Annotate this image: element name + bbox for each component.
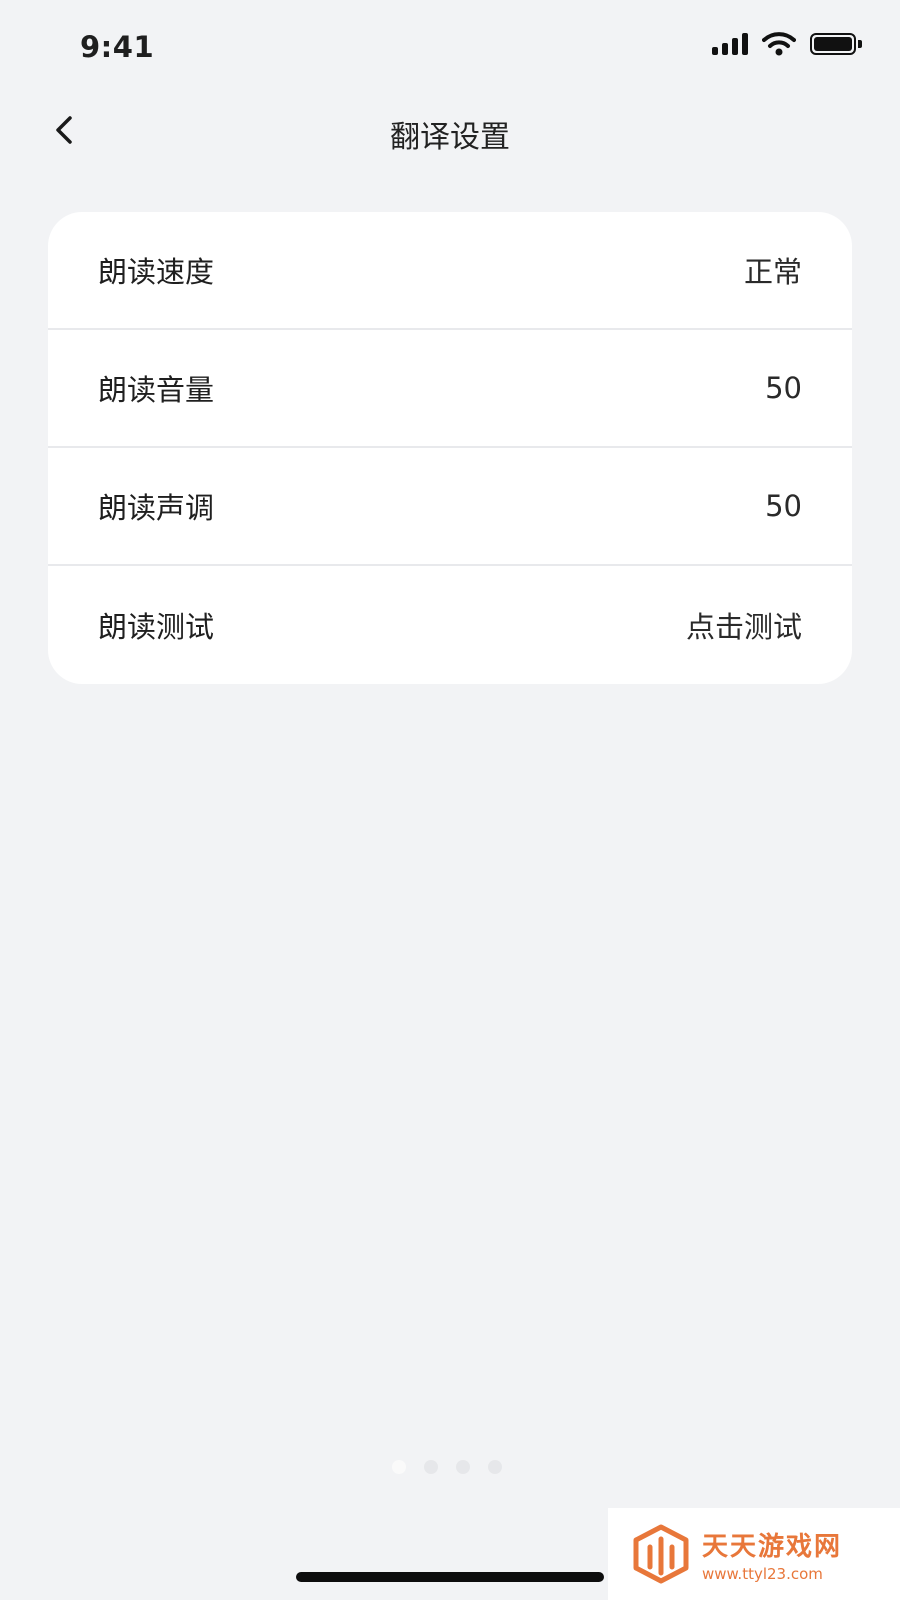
setting-row-reading-volume[interactable]: 朗读音量 50 (48, 330, 852, 448)
setting-row-reading-test[interactable]: 朗读测试 点击测试 (48, 566, 852, 684)
status-bar: 9:41 (0, 0, 900, 96)
page-dot (488, 1460, 502, 1474)
setting-value: 正常 (743, 255, 802, 289)
site-logo-icon (633, 1524, 689, 1584)
home-indicator[interactable] (296, 1572, 604, 1582)
setting-label: 朗读速度 (98, 255, 215, 289)
setting-value: 50 (765, 371, 802, 405)
setting-row-reading-pitch[interactable]: 朗读声调 50 (48, 448, 852, 566)
wifi-icon (762, 32, 796, 56)
page-title: 翻译设置 (390, 120, 510, 155)
page-dot (392, 1460, 406, 1474)
cellular-signal-icon (712, 33, 748, 55)
watermark: 天天游戏网 www.ttyl23.com (608, 1508, 900, 1600)
setting-value: 50 (765, 489, 802, 523)
watermark-url: www.ttyl23.com (702, 1564, 823, 1583)
status-time: 9:41 (80, 30, 155, 64)
setting-row-reading-speed[interactable]: 朗读速度 正常 (48, 212, 852, 330)
setting-label: 朗读测试 (98, 610, 215, 644)
watermark-name: 天天游戏网 (702, 1531, 843, 1562)
page-indicator (392, 1460, 502, 1474)
battery-icon (810, 33, 862, 55)
setting-label: 朗读声调 (98, 491, 215, 525)
status-icons (712, 32, 862, 56)
test-link[interactable]: 点击测试 (686, 604, 802, 646)
settings-card: 朗读速度 正常 朗读音量 50 朗读声调 50 朗读测试 点击测试 (48, 212, 852, 684)
setting-label: 朗读音量 (98, 373, 215, 407)
nav-bar: 翻译设置 (0, 96, 900, 166)
page-dot (456, 1460, 470, 1474)
page-dot (424, 1460, 438, 1474)
